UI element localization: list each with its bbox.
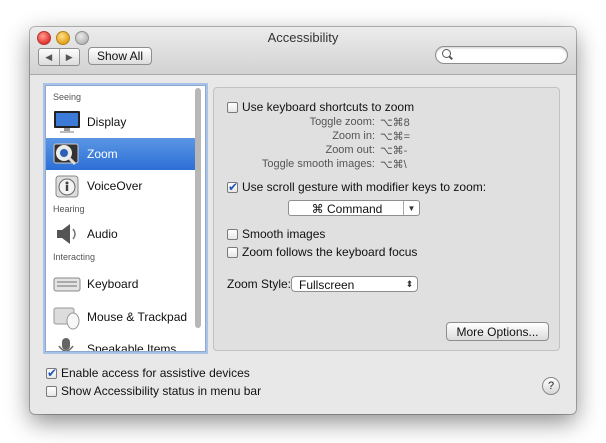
group-interacting: Interacting <box>53 252 96 262</box>
updown-arrows-icon: ⬍ <box>405 278 414 289</box>
accessibility-window: Accessibility ◀ ▶ Show All Seeing Displa… <box>30 27 576 414</box>
modifier-key-value: ⌘ Command <box>311 202 383 216</box>
scroll-gesture-checkbox[interactable] <box>227 180 238 194</box>
zoom-settings-panel: Use keyboard shortcuts to zoom Toggle zo… <box>213 87 560 351</box>
nav-buttons: ◀ ▶ <box>38 48 80 66</box>
audio-icon <box>57 224 76 244</box>
zoom-style-label: Zoom Style: <box>227 277 292 291</box>
menu-bar-status-checkbox[interactable] <box>46 386 57 397</box>
modifier-key-popup[interactable]: ⌘ Command ▼ <box>288 200 420 216</box>
shortcut-keys: ⌥⌘\ <box>380 159 407 171</box>
sidebar-item-label: Display <box>87 115 127 129</box>
chevron-down-icon: ▼ <box>403 201 419 215</box>
sidebar-item-voiceover[interactable]: VoiceOver <box>46 170 196 202</box>
zoom-style-value: Fullscreen <box>299 278 355 292</box>
speakable-items-icon <box>58 338 74 351</box>
scrollbar-thumb[interactable] <box>195 88 201 328</box>
back-arrow-icon[interactable]: ◀ <box>39 49 59 65</box>
sidebar-item-label: VoiceOver <box>87 179 143 193</box>
sidebar-item-keyboard[interactable]: Keyboard <box>46 268 196 300</box>
group-seeing: Seeing <box>53 92 82 102</box>
follow-focus-label: Zoom follows the keyboard focus <box>242 245 418 259</box>
shortcut-keys: ⌥⌘8 <box>380 117 410 129</box>
category-list: Seeing Display Zoom VoiceOver Hearing Au… <box>45 85 206 352</box>
sidebar-item-label: Zoom <box>87 147 118 161</box>
sidebar-item-zoom[interactable]: Zoom <box>46 138 196 170</box>
help-button[interactable]: ? <box>542 377 560 395</box>
shortcut-label: Zoom out: <box>325 144 375 156</box>
sidebar-item-label: Speakable Items <box>87 342 177 352</box>
sidebar-item-display[interactable]: Display <box>46 106 196 138</box>
keyboard-shortcuts-label: Use keyboard shortcuts to zoom <box>242 100 415 114</box>
shortcut-label: Toggle smooth images: <box>261 158 375 170</box>
sidebar-item-mouse-trackpad[interactable]: Mouse & Trackpad <box>46 301 196 333</box>
smooth-images-label: Smooth images <box>242 227 326 241</box>
more-options-button[interactable]: More Options... <box>446 322 549 341</box>
smooth-images-checkbox[interactable] <box>227 229 238 240</box>
keyboard-icon <box>53 277 81 292</box>
keyboard-shortcuts-checkbox[interactable] <box>227 102 238 113</box>
follow-focus-checkbox[interactable] <box>227 247 238 258</box>
zoom-style-popup[interactable]: Fullscreen ⬍ <box>291 276 418 292</box>
mouse-trackpad-icon <box>53 307 80 330</box>
show-all-button[interactable]: Show All <box>88 47 152 65</box>
display-icon <box>54 111 80 133</box>
search-icon <box>442 49 451 58</box>
window-title: Accessibility <box>267 30 339 45</box>
toolbar: Accessibility ◀ ▶ Show All <box>30 27 576 75</box>
sidebar-item-label: Mouse & Trackpad <box>87 310 188 324</box>
assistive-devices-label: Enable access for assistive devices <box>61 366 250 380</box>
sidebar-item-label: Keyboard <box>87 277 139 291</box>
sidebar-item-audio[interactable]: Audio <box>46 218 196 250</box>
shortcut-label: Toggle zoom: <box>309 116 375 128</box>
shortcut-keys: ⌥⌘= <box>380 131 411 143</box>
scroll-gesture-label: Use scroll gesture with modifier keys to… <box>242 180 487 194</box>
voiceover-icon <box>55 175 79 198</box>
group-hearing: Hearing <box>53 204 85 214</box>
search-field[interactable] <box>435 46 568 64</box>
search-input[interactable] <box>454 48 558 63</box>
sidebar-item-speakable-items[interactable]: Speakable Items <box>46 333 196 352</box>
shortcut-keys: ⌥⌘- <box>380 145 408 157</box>
zoom-icon <box>53 143 79 166</box>
assistive-devices-checkbox[interactable] <box>46 366 57 380</box>
forward-arrow-icon[interactable]: ▶ <box>58 49 80 65</box>
sidebar-scrollbar[interactable] <box>195 88 201 349</box>
shortcut-label: Zoom in: <box>332 130 375 142</box>
menu-bar-status-label: Show Accessibility status in menu bar <box>61 384 262 398</box>
sidebar-item-label: Audio <box>87 227 118 241</box>
